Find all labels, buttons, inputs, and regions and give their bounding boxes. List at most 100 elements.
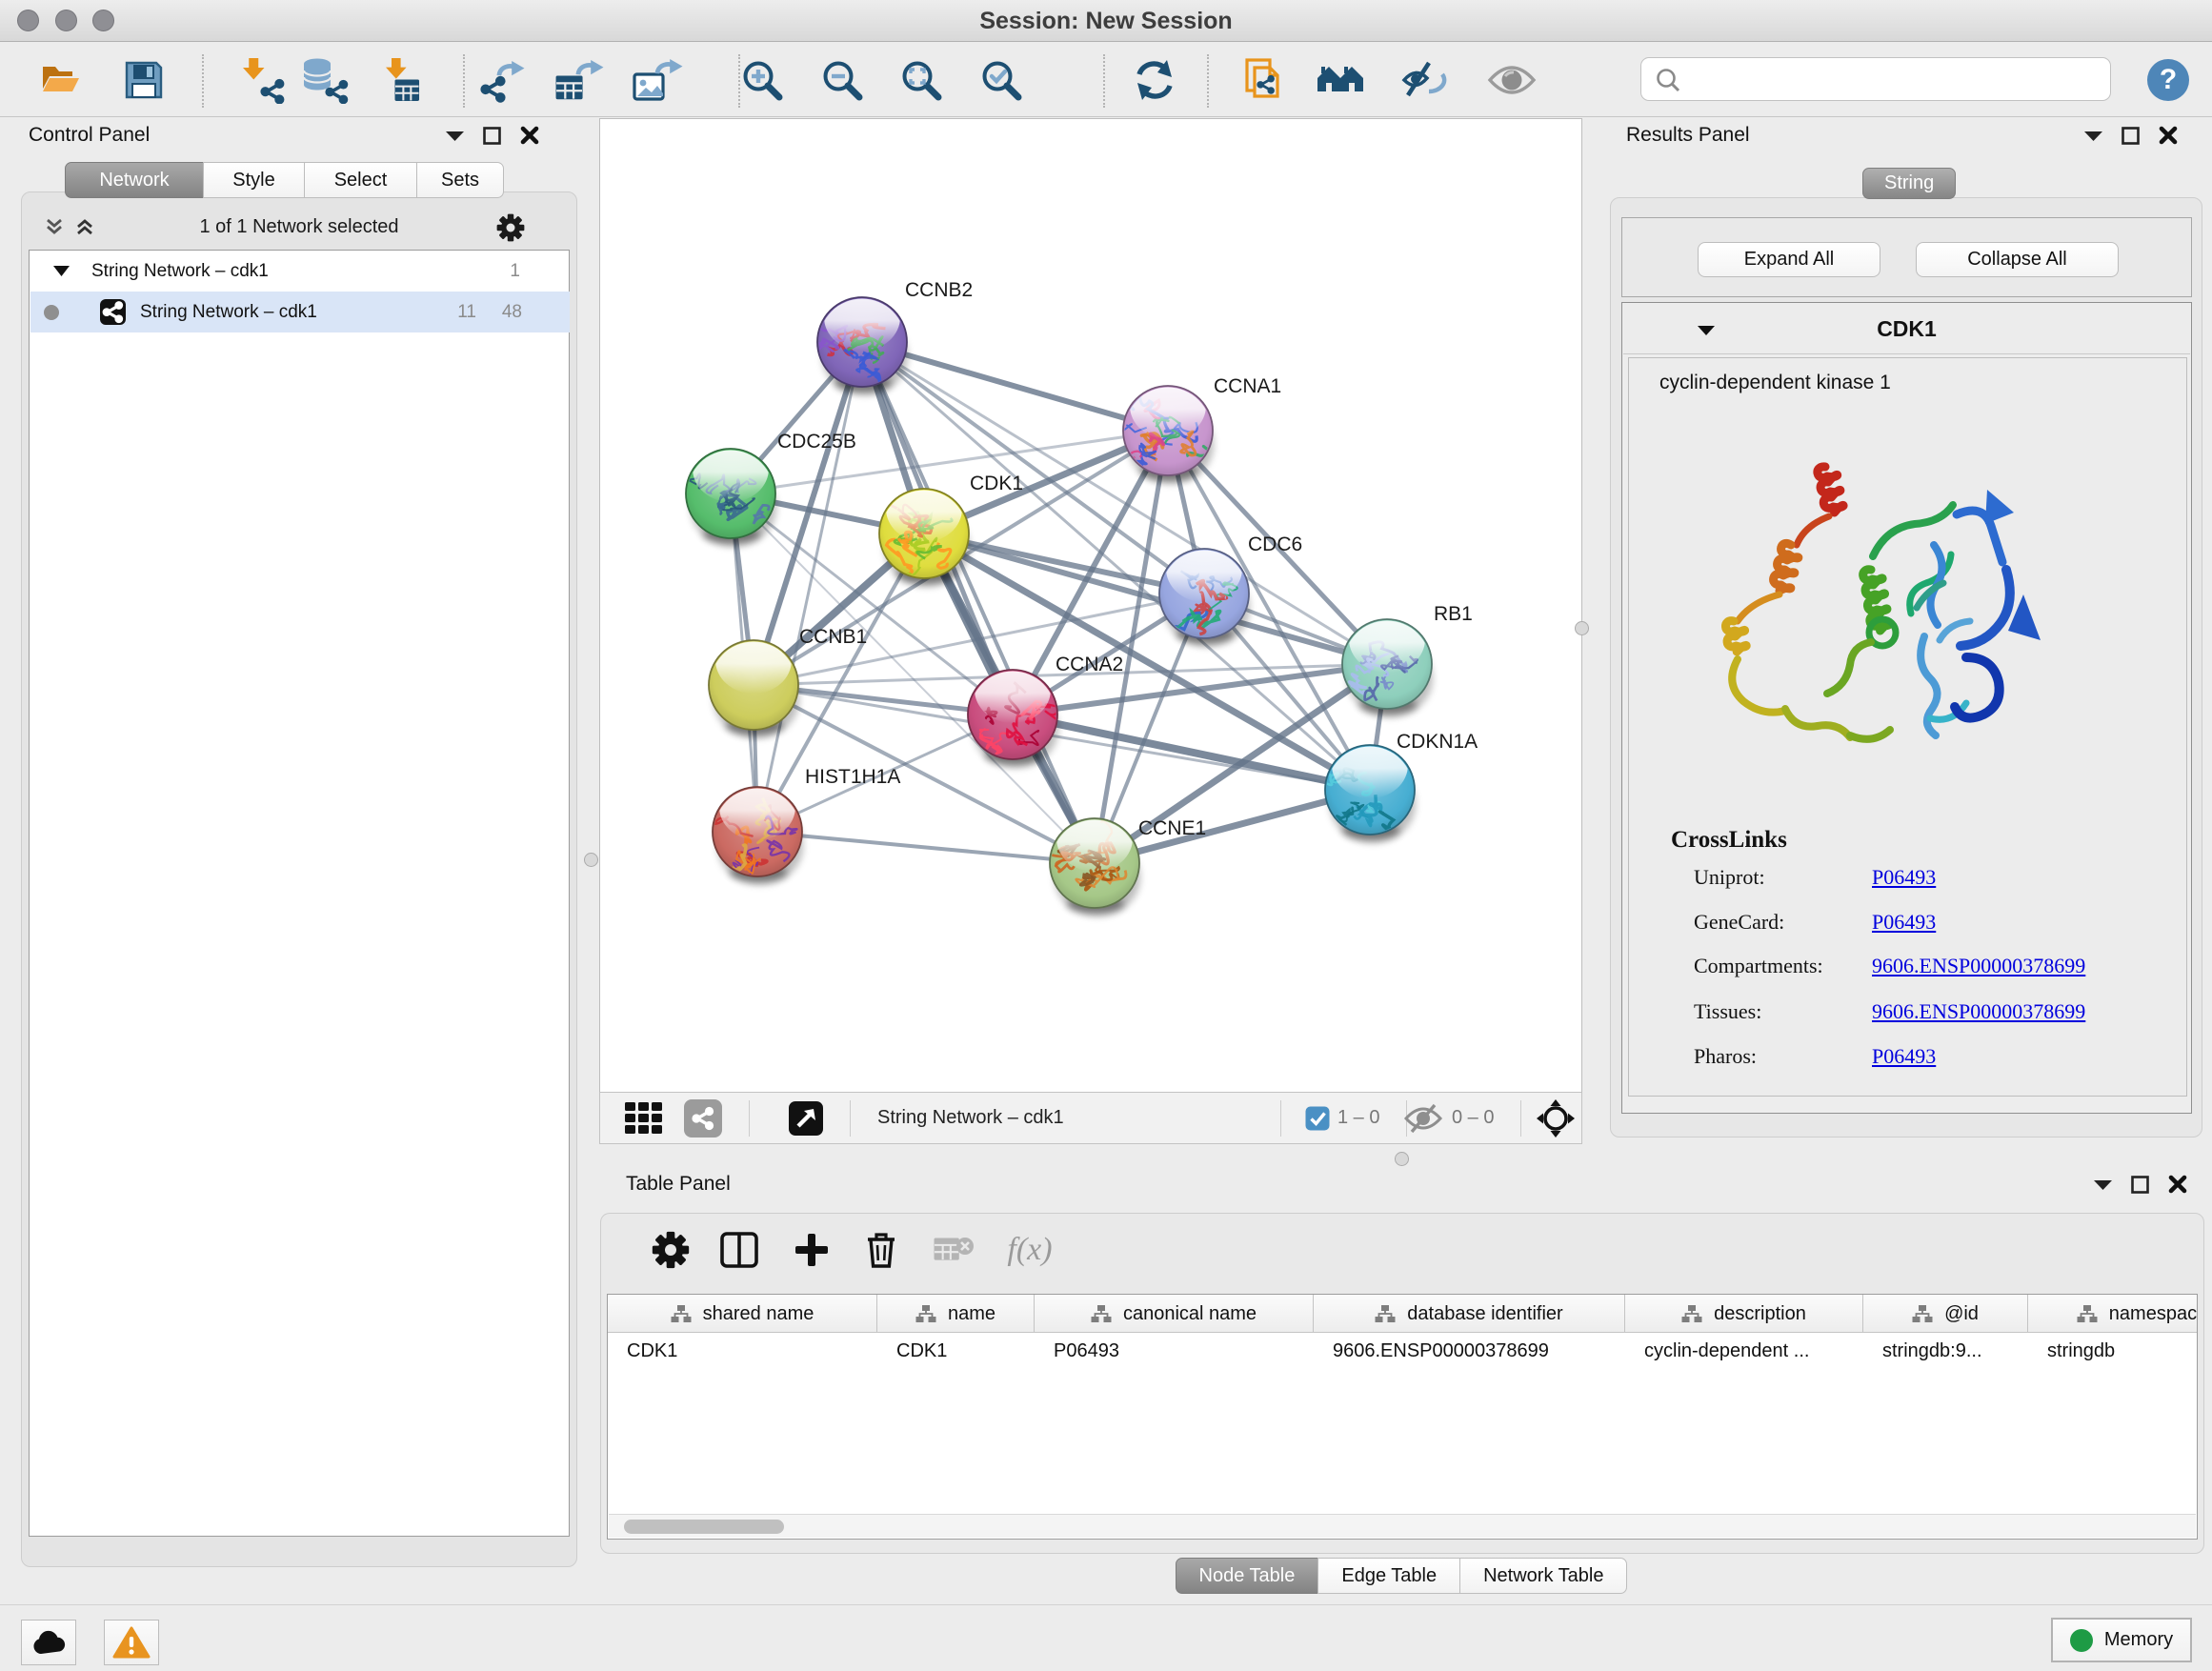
export-network-button[interactable] [478,57,528,103]
zoom-in-button[interactable] [740,58,784,102]
app-status-bar: Memory [0,1604,2212,1671]
cell-database-identifier[interactable]: 9606.ENSP00000378699 [1314,1333,1625,1369]
warnings-button[interactable] [104,1620,159,1665]
node-CCNB2[interactable]: CCNB2 [794,279,974,395]
table-panel: Table Panel f(x) shared name name canoni… [591,1144,2212,1604]
cell-canonical-name[interactable]: P06493 [1035,1333,1314,1369]
panel-float-icon[interactable] [2122,127,2140,145]
birds-eye-view-icon[interactable] [1536,1098,1576,1138]
zoom-selected-button[interactable] [979,58,1023,102]
column-label: @id [1944,1303,1979,1325]
show-columns-icon[interactable] [720,1232,758,1268]
crosslink-uniprot-link[interactable]: P06493 [1872,865,1936,890]
node-CDKN1A[interactable]: CDKN1A [1318,731,1478,843]
cell-shared-name[interactable]: CDK1 [608,1333,877,1369]
node-HIST1H1A[interactable]: HIST1H1A [713,766,900,885]
table-horizontal-scrollbar[interactable] [609,1514,2196,1538]
panel-close-icon[interactable] [520,126,539,145]
function-builder-button[interactable]: f(x) [1007,1232,1052,1268]
panel-menu-icon[interactable] [2084,130,2102,141]
tab-string[interactable]: String [1862,168,1956,199]
expand-all-button[interactable]: Expand All [1698,242,1880,277]
network-collection-row[interactable]: String Network – cdk1 1 [30,251,570,292]
help-button[interactable]: ? [2145,57,2191,103]
selected-checkbox-icon[interactable] [1306,1106,1330,1130]
node-CCNA1[interactable]: CCNA1 [1105,372,1281,484]
column-header-shared-name[interactable]: shared name [608,1295,877,1333]
tab-sets[interactable]: Sets [416,162,504,198]
tree-expand-triangle-icon[interactable] [53,266,70,276]
right-splitter-handle[interactable] [1575,621,1589,635]
panel-float-icon[interactable] [483,127,501,145]
crosslink-tissues-link[interactable]: 9606.ENSP00000378699 [1872,999,2085,1024]
show-all-icon [1487,62,1537,98]
node-RB1[interactable]: RB1 [1342,603,1473,717]
tab-network-table[interactable]: Network Table [1459,1558,1627,1594]
string-view-icon[interactable] [684,1099,722,1137]
save-session-button[interactable] [123,59,165,101]
create-column-icon[interactable] [794,1232,830,1268]
crosslink-pharos-link[interactable]: P06493 [1872,1044,1936,1069]
collapse-all-button[interactable]: Collapse All [1916,242,2119,277]
import-network-from-database-button[interactable] [300,56,350,104]
first-neighbors-icon [1316,59,1369,101]
search-input[interactable] [1691,60,2101,98]
column-header-namespace[interactable]: namespace [2028,1295,2198,1333]
open-session-button[interactable] [38,60,84,100]
edge-CCNB2-CCNA1[interactable] [862,342,1168,431]
export-image-button[interactable] [632,56,683,104]
edge-CDK1-RB1[interactable] [924,534,1387,664]
hide-selected-button[interactable] [1400,59,1450,101]
gene-section-header[interactable]: CDK1 [1623,304,2190,354]
tab-edge-table[interactable]: Edge Table [1317,1558,1460,1594]
first-neighbors-button[interactable] [1316,59,1369,101]
cloud-button[interactable] [21,1620,76,1665]
column-header-description[interactable]: description [1625,1295,1863,1333]
crosslink-genecard-link[interactable]: P06493 [1872,910,1936,935]
control-panel-window-icons [446,126,539,145]
panel-menu-icon[interactable] [446,130,464,141]
delete-column-icon[interactable] [864,1230,898,1270]
results-panel-window-icons [2084,126,2178,145]
cell-description[interactable]: cyclin-dependent ... [1625,1333,1863,1369]
table-options-gear-icon[interactable] [652,1231,690,1269]
zoom-fit-button[interactable] [899,58,943,102]
show-all-button[interactable] [1487,62,1537,98]
node-CDK1[interactable]: CDK1 [879,473,1023,587]
copy-network-button[interactable] [1243,56,1287,104]
zoom-out-button[interactable] [820,58,864,102]
import-network-from-file-button[interactable] [239,56,287,104]
cell-name[interactable]: CDK1 [877,1333,1035,1369]
bottom-splitter-handle[interactable] [1395,1152,1409,1166]
refresh-button[interactable] [1132,58,1177,102]
panel-close-icon[interactable] [2159,126,2178,145]
tab-select[interactable]: Select [304,162,417,198]
network-canvas[interactable]: CCNB2 CCNA1 CDC25B CDK1 [599,118,1582,1093]
column-header-canonical-name[interactable]: canonical name [1035,1295,1314,1333]
network-row[interactable]: String Network – cdk1 11 48 [30,292,570,332]
delete-table-icon[interactable] [934,1234,975,1266]
panel-float-icon[interactable] [2131,1176,2149,1194]
import-network-from-file-icon [239,56,287,104]
export-table-button[interactable] [553,56,605,104]
table-row[interactable]: CDK1CDK1P064939606.ENSP00000378699cyclin… [608,1333,2197,1369]
cell-namespace[interactable]: stringdb [2028,1333,2198,1369]
panel-menu-icon[interactable] [2094,1178,2112,1190]
grid-view-icon[interactable] [625,1102,663,1135]
cell--id[interactable]: stringdb:9... [1863,1333,2028,1369]
column-header--id[interactable]: @id [1863,1295,2028,1333]
crosslink-compartments-link[interactable]: 9606.ENSP00000378699 [1872,954,2085,978]
column-header-name[interactable]: name [877,1295,1035,1333]
import-table-from-file-button[interactable] [381,56,427,104]
scrollbar-thumb[interactable] [624,1520,784,1534]
node-label-CCNE1: CCNE1 [1138,817,1206,839]
tab-node-table[interactable]: Node Table [1176,1558,1319,1594]
panel-close-icon[interactable] [2168,1175,2187,1194]
tab-network[interactable]: Network [65,162,204,198]
edge-CCNB2-HIST1H1A[interactable] [757,342,862,832]
tab-style[interactable]: Style [203,162,305,198]
left-splitter-handle[interactable] [584,853,598,867]
memory-button[interactable]: Memory [2051,1618,2192,1662]
open-in-window-icon[interactable] [789,1101,823,1136]
column-header-database-identifier[interactable]: database identifier [1314,1295,1625,1333]
